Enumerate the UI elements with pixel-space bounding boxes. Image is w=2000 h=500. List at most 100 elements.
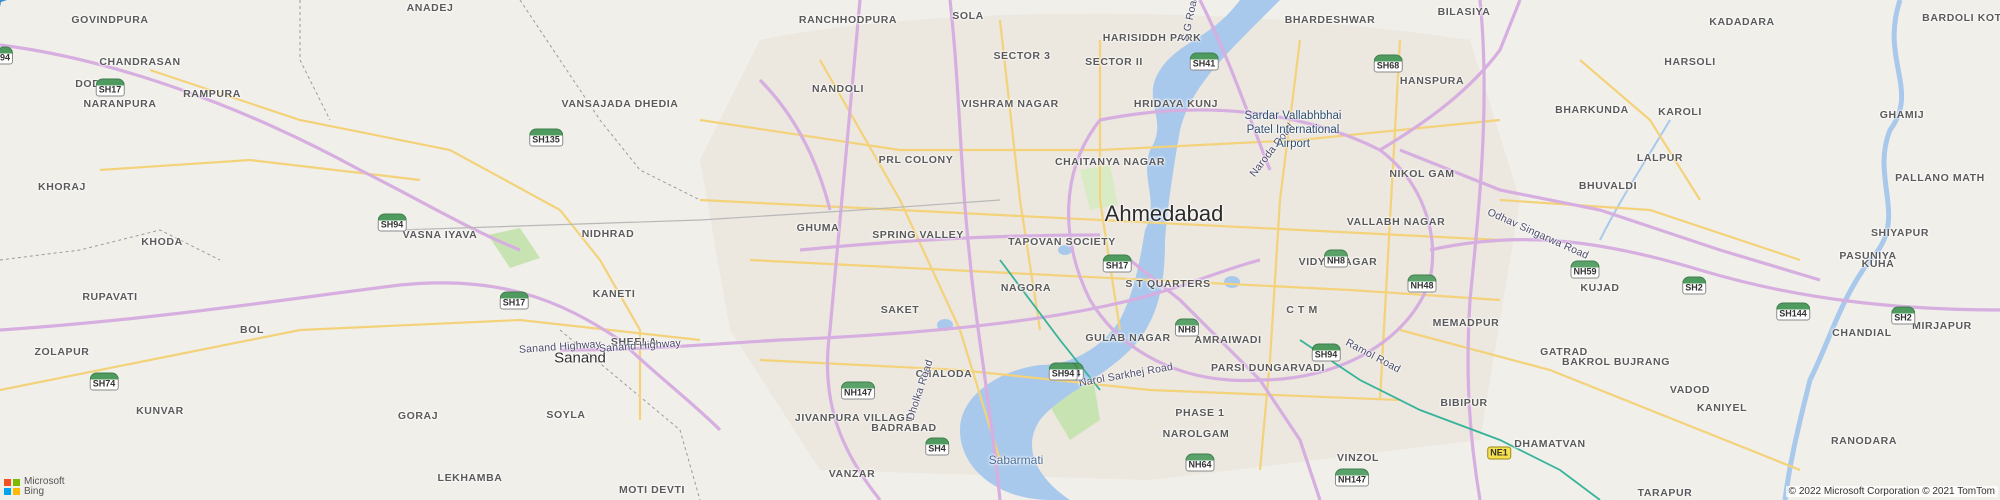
place-label: BAKROL BUJRANG [1562, 356, 1670, 368]
place-label: GOVINDPURA [71, 14, 149, 26]
place-label: KUNVAR [136, 405, 184, 417]
place-label: SHIYAPUR [1870, 227, 1930, 239]
place-label: KHORAJ [38, 181, 86, 193]
place-label: LEKHAMBA [437, 472, 503, 484]
road-shield-nh147: NH147 [840, 381, 876, 400]
city-label-ahmedabad[interactable]: Ahmedabad [1105, 201, 1224, 227]
place-label: CHANDIAL [1832, 327, 1892, 339]
place-label: BILASIYA [1437, 6, 1491, 18]
arterial-road [559, 209, 642, 420]
place-label: MEMADPUR [1432, 317, 1500, 329]
place-label: SOLA [952, 10, 984, 22]
place-label: NIDHRAD [581, 228, 635, 240]
place-label: NAROLGAM [1162, 428, 1230, 440]
road-shield-sh144: SH144 [1776, 302, 1810, 321]
place-label: SAKET [880, 304, 920, 316]
place-label: HRIDAYA KUNJ [1133, 98, 1219, 110]
place-label: DHAMATVAN [1514, 438, 1586, 450]
place-label: GORAJ [397, 410, 439, 422]
brand-line-2: Bing [24, 486, 45, 497]
road-shield-sh17: SH17 [1102, 254, 1132, 273]
place-label: NARANPURA [83, 98, 157, 110]
road-shield-94: 94 [0, 46, 14, 65]
bing-logo[interactable]: Microsoft Bing [4, 477, 65, 497]
road-shield-sh94: SH94 [1048, 362, 1078, 381]
road-shield-sh41: SH41 [1189, 52, 1219, 71]
place-label: LALPUR [1636, 152, 1684, 164]
place-label: C T M [1286, 304, 1318, 316]
place-label: BHARKUNDA [1555, 104, 1629, 116]
place-label: VANSAJADA DHEDIA [561, 98, 679, 110]
place-label: VINZOL [1336, 452, 1380, 464]
river-label: Sabarmati [988, 453, 1044, 467]
district-boundary [0, 229, 221, 261]
road-shield-nh147: NH147 [1334, 468, 1370, 487]
microsoft-logo-icon [4, 479, 20, 495]
copyright-text[interactable]: © 2022 Microsoft Corporation © 2021 TomT… [1785, 486, 1998, 497]
road-shield-sh94: SH94 [377, 213, 407, 232]
place-label: MOTI DEVTI [618, 484, 686, 496]
place-label: KUJAD [1580, 282, 1620, 294]
road-shield-sh94: SH94 [1311, 343, 1341, 362]
place-label: MIRJAPUR [1912, 320, 1972, 332]
place-label: KADADARA [1709, 16, 1775, 28]
place-label: ZOLAPUR [34, 346, 90, 358]
place-label: NAGORA [1000, 282, 1052, 294]
place-label: BIBIPUR [1440, 397, 1488, 409]
place-label: VANZAR [828, 468, 876, 480]
place-label: VASNA IYAVA [402, 229, 478, 241]
road-shield-nh48: NH48 [1407, 274, 1437, 293]
place-label: RUPAVATI [82, 291, 138, 303]
place-label: KAROLI [1658, 106, 1702, 118]
place-label: CHAITANYA NAGAR [1054, 156, 1166, 168]
road-shield-sh74: SH74 [89, 372, 119, 391]
place-label: PHASE 1 [1175, 407, 1225, 419]
place-label: CHANDRASAN [99, 56, 181, 68]
road-shield-nh59: NH59 [1570, 260, 1600, 279]
lake [1224, 276, 1240, 288]
airport-label-line: Airport [1276, 138, 1310, 150]
highway [1429, 237, 2000, 312]
place-label: TARAPUR [1637, 487, 1693, 499]
road-shield-sh2: SH2 [1891, 306, 1915, 325]
map-canvas[interactable]: ANADEJGOVINDPURACHANDRASANDODARRAMPURAVA… [0, 0, 2000, 500]
place-label: SECTOR II [1085, 56, 1143, 68]
place-label: PRL COLONY [878, 154, 954, 166]
place-label: RANODARA [1830, 435, 1898, 447]
place-label: BHUVALDI [1578, 180, 1638, 192]
place-label: SECTOR 3 [993, 50, 1051, 62]
road-shield-nh8: NH8 [1174, 318, 1200, 337]
place-label: KANETI [592, 288, 636, 300]
place-label: BOL [240, 324, 264, 336]
road-shield-sh17: SH17 [95, 78, 125, 97]
place-label: VALLABH NAGAR [1346, 216, 1446, 228]
place-label: HANSPURA [1399, 75, 1465, 87]
place-label: SPRING VALLEY [872, 229, 964, 241]
place-label: SOYLA [546, 409, 586, 421]
place-label: PARSI DUNGARVADI [1210, 362, 1326, 374]
airport-label[interactable]: Sardar Vallabhbhai Patel International Air… [1245, 109, 1342, 151]
arterial-road [1579, 59, 1701, 201]
airport-label-line: Sardar Vallabhbhai [1244, 110, 1342, 122]
bing-wordmark: Microsoft Bing [24, 477, 65, 497]
place-label: HARSOLI [1664, 56, 1716, 68]
place-label: S T QUARTERS [1125, 278, 1211, 290]
place-label: BARDOLI KOTH [1922, 12, 2000, 24]
place-label: RAMPURA [183, 88, 241, 100]
place-label: GHUMA [796, 222, 840, 234]
airport-icon[interactable] [0, 0, 8, 8]
place-label: PALLANO MATH [1895, 172, 1985, 184]
place-label: TAPOVAN SOCIETY [1008, 236, 1116, 248]
place-label: VISHRAM NAGAR [961, 98, 1059, 110]
place-label: ANADEJ [406, 2, 454, 14]
road-shield-sh4: SH4 [925, 437, 949, 456]
road-shield-sh68: SH68 [1373, 54, 1403, 73]
place-label: GHAMIJ [1879, 109, 1925, 121]
place-label: AMRAIWADI [1194, 334, 1262, 346]
place-label: KHODA [141, 236, 183, 248]
place-label: JIVANPURA VILLAGE [794, 412, 914, 424]
district-boundary [299, 0, 331, 121]
place-label: BHARDESHWAR [1284, 14, 1376, 26]
map-base-layer [0, 0, 2000, 500]
road-shield-sh17: SH17 [499, 291, 529, 310]
